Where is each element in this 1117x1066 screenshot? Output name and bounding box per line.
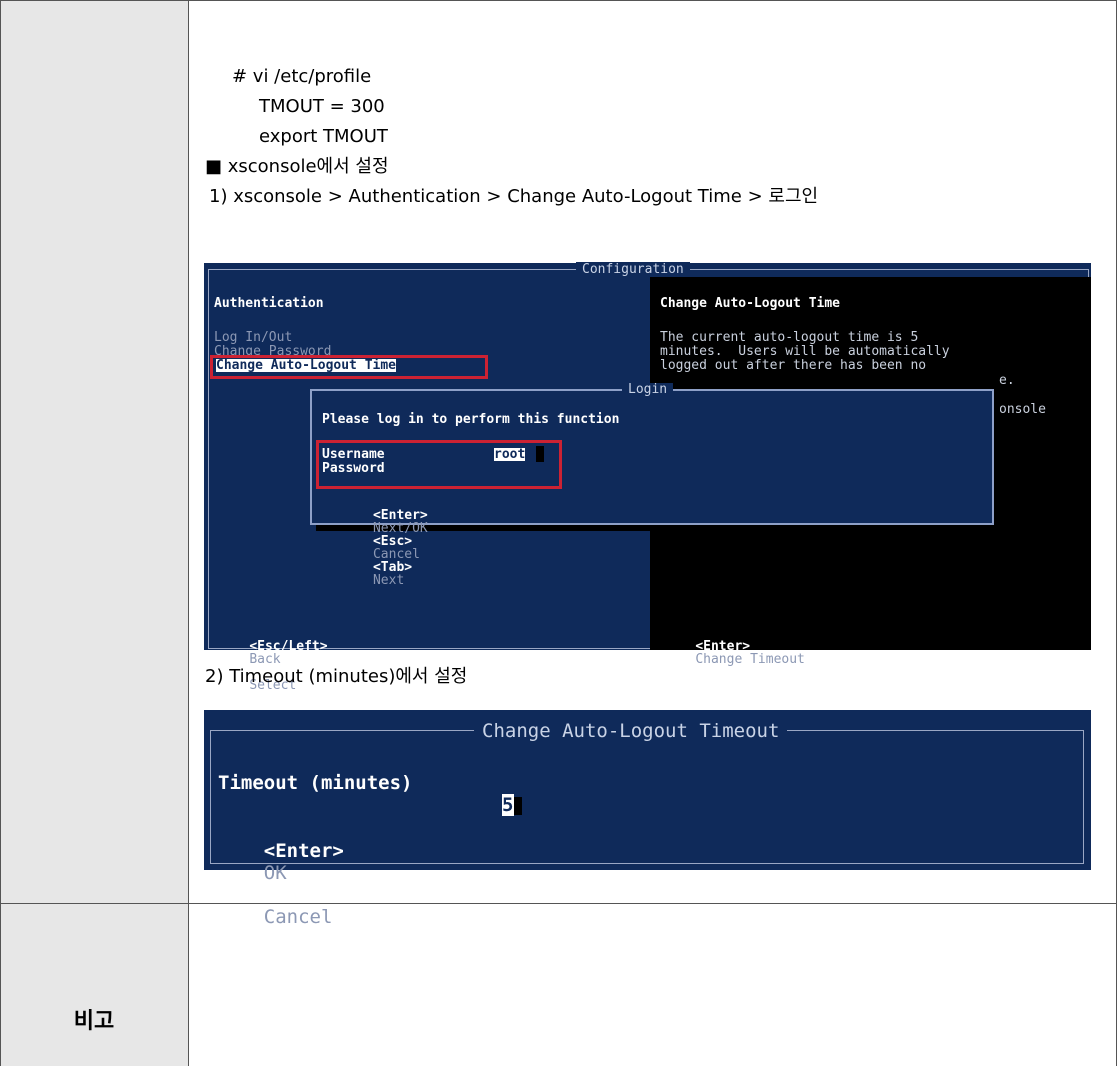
- step-1-text: 1) xsconsole > Authentication > Change A…: [209, 186, 819, 207]
- key-enter: <Enter>: [263, 840, 344, 862]
- procedure-text-step2: 2) Timeout (minutes)에서 설정: [205, 662, 1095, 692]
- command-line: export TMOUT: [259, 126, 388, 147]
- key-esc: <Esc>: [263, 884, 321, 906]
- section-heading: Authentication: [214, 296, 324, 311]
- detail-text: The current auto-logout time is 5: [660, 330, 919, 345]
- detail-heading: Change Auto-Logout Time: [660, 296, 841, 311]
- text-cursor: [513, 796, 522, 815]
- table-border-top: [0, 0, 1117, 1]
- timeout-label: Timeout (minutes): [218, 772, 413, 794]
- command-line: # vi /etc/profile: [232, 66, 372, 87]
- hint-ok: OK: [263, 862, 287, 884]
- command-line: TMOUT = 300: [259, 96, 385, 117]
- timeout-input[interactable]: 5: [456, 772, 522, 838]
- dialog-hints: <Enter> Next/OK <Esc> Cancel <Tab> Next: [326, 496, 428, 600]
- detail-text: onsole: [999, 402, 1046, 417]
- hint-next: Next: [372, 573, 405, 588]
- procedure-text: # vi /etc/profile TMOUT = 300 export TMO…: [205, 62, 1095, 212]
- table-left-cell-top: [0, 0, 188, 903]
- bullet-heading: ■ xsconsole에서 설정: [205, 156, 389, 177]
- dialog-title: Login: [622, 383, 674, 396]
- console-title: Configuration: [576, 262, 690, 277]
- highlight-box: [210, 355, 488, 379]
- table-left-cell-remark: [0, 904, 188, 1066]
- hint-cancel: Cancel: [263, 906, 333, 928]
- detail-text: minutes. Users will be automatically: [660, 344, 950, 359]
- xsconsole-screenshot-timeout: Change Auto-Logout Timeout Timeout (minu…: [204, 710, 1091, 928]
- dialog-prompt: Please log in to perform this function: [322, 412, 620, 427]
- table-border-left: [0, 0, 1, 1066]
- timeout-value: 5: [501, 794, 514, 816]
- table-border-divider: [188, 0, 189, 1066]
- dialog-hints: <Enter> OK <Esc> Cancel: [218, 818, 344, 950]
- xsconsole-screenshot-login: Configuration Authentication Log In/Out …: [204, 262, 1091, 692]
- login-dialog: Login Please log in to perform this func…: [310, 383, 994, 587]
- step-2-text: 2) Timeout (minutes)에서 설정: [205, 666, 468, 687]
- console-title: Change Auto-Logout Timeout: [474, 720, 788, 742]
- credentials-highlight: [316, 440, 562, 489]
- menu-item-login[interactable]: Log In/Out: [214, 331, 292, 344]
- table-border-middle: [0, 903, 1117, 904]
- remark-label: 비고: [73, 1009, 115, 1034]
- detail-text: e.: [999, 373, 1015, 388]
- detail-text: logged out after there has been no: [660, 358, 927, 373]
